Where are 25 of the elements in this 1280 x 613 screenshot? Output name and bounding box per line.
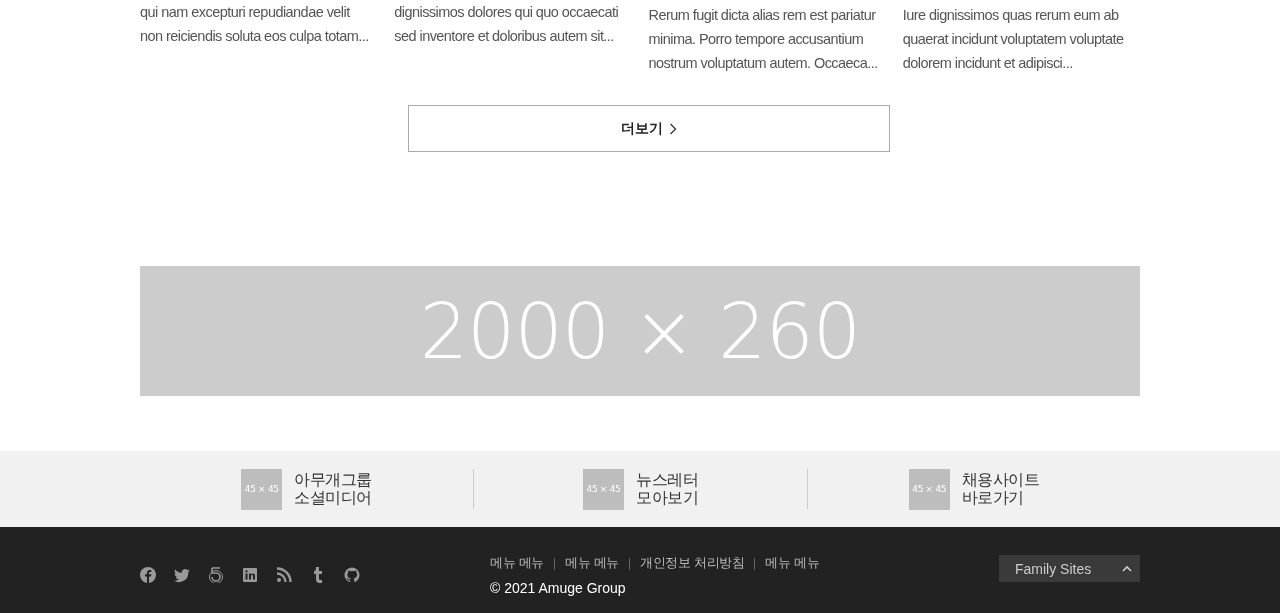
footer-link[interactable]: 메뉴 메뉴 (565, 555, 619, 572)
chevron-right-icon (669, 122, 677, 135)
bird-icon[interactable] (174, 567, 190, 583)
quick-link[interactable]: 뉴스레터 모아보기 (636, 471, 698, 507)
card-excerpt: Rerum fugit dicta alias rem est pariatur minima. Porro tempore accusantium nostrum voluptatum autem. Occaeca... (648, 6, 879, 73)
card-excerpt: dignissimos dolores qui quo occaecati sed inventore et doloribus autem sit... (394, 3, 620, 46)
footer-link[interactable]: 메뉴 메뉴 (490, 555, 544, 572)
card-excerpt: Iure dignissimos quas rerum eum ab quaerat incidunt voluptatem voluptate dolorem incidunt et adipisci... (902, 6, 1125, 73)
cat-icon[interactable] (344, 567, 360, 583)
placeholder-label: 45 × 45 (912, 484, 947, 494)
more-button[interactable]: 더보기 (408, 105, 890, 152)
rss-icon[interactable] (276, 567, 292, 583)
spiral-icon[interactable] (208, 567, 224, 583)
caret-up-icon (1122, 565, 1132, 572)
card-excerpt: qui nam excepturi repudiandae velit non reiciendis soluta eos culpa totam... (140, 3, 370, 46)
in-logo-icon[interactable] (242, 567, 258, 583)
footer-link[interactable]: 메뉴 메뉴 (765, 555, 820, 572)
footer-link[interactable]: 개인정보 처리방침 (639, 555, 745, 572)
family-sites-dropdown[interactable]: Family Sites (999, 555, 1140, 582)
copyright-text: © 2021 Amuge Group (490, 580, 627, 596)
placeholder-label: 45 × 45 (244, 484, 279, 494)
placeholder-label: 45 × 45 (586, 484, 621, 494)
quick-link[interactable]: 아무개그룹 소셜미디어 (294, 471, 372, 507)
f-logo-icon[interactable] (140, 567, 156, 583)
quick-link[interactable]: 채용사이트 바로가기 (961, 471, 1040, 507)
